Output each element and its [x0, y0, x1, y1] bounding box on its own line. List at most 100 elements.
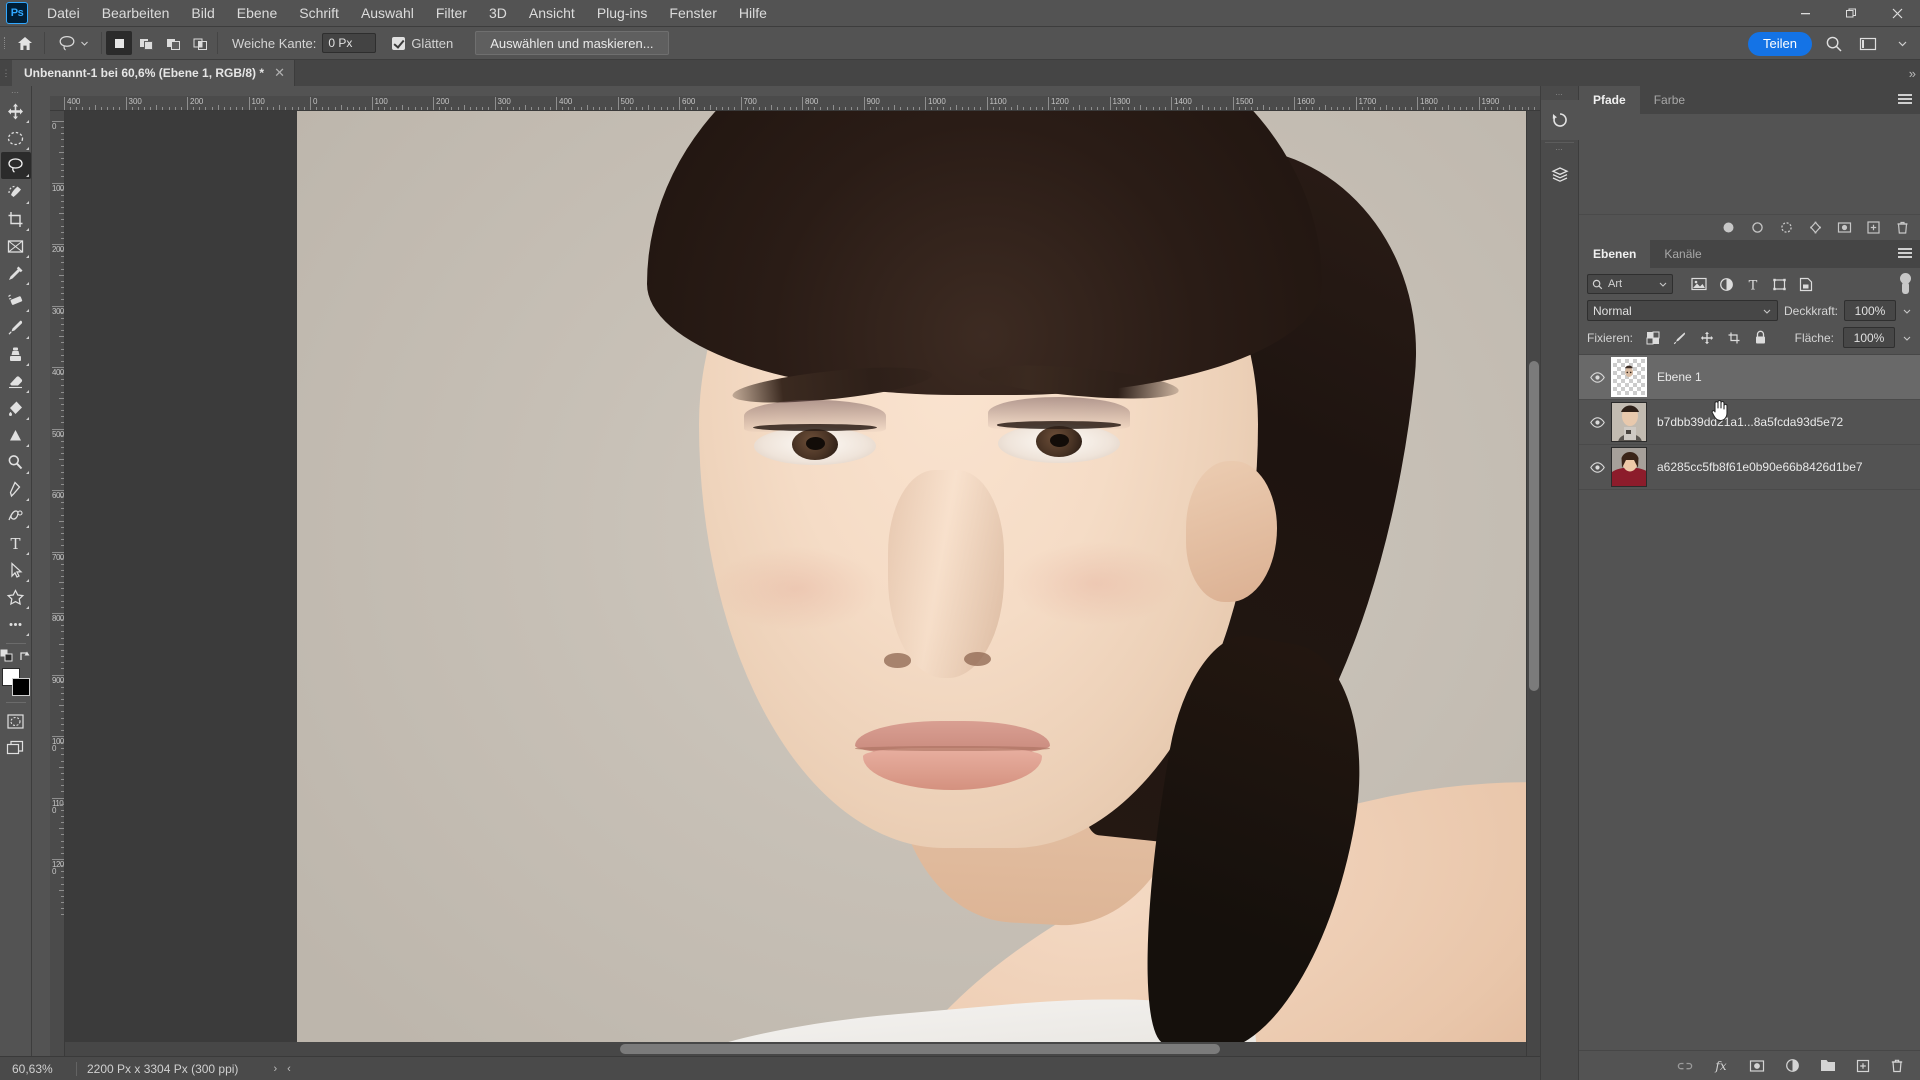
document-tab[interactable]: Unbenannt-1 bei 60,6% (Ebene 1, RGB/8) *… — [12, 60, 295, 86]
share-button[interactable]: Teilen — [1748, 31, 1812, 56]
vertical-ruler[interactable]: 0 100 200 300 400 500 600 700 800 900 1000 1100 1200 — [50, 111, 65, 1056]
canvas-area[interactable] — [65, 111, 1540, 1056]
blur-tool[interactable] — [1, 422, 31, 449]
menu-ansicht[interactable]: Ansicht — [518, 1, 586, 25]
document-size-info[interactable]: 2200 Px x 3304 Px (300 ppi) — [87, 1062, 238, 1076]
quick-mask-icon[interactable] — [1, 708, 31, 735]
lock-all-icon[interactable] — [1754, 330, 1767, 345]
menu-3d[interactable]: 3D — [478, 1, 518, 25]
layer-visibility-eye-icon[interactable] — [1583, 461, 1611, 473]
adjustment-layer-icon[interactable] — [1785, 1058, 1800, 1073]
filter-adjustment-icon[interactable] — [1719, 277, 1734, 292]
close-window-button[interactable] — [1874, 0, 1920, 27]
fill-path-icon[interactable] — [1721, 220, 1736, 235]
default-colors-icon[interactable] — [0, 649, 14, 663]
brush-tool[interactable] — [1, 314, 31, 341]
panel-menu-icon[interactable] — [1898, 94, 1912, 106]
close-icon[interactable]: ✕ — [274, 65, 285, 81]
pen-tool[interactable] — [1, 476, 31, 503]
tab-farbe[interactable]: Farbe — [1640, 86, 1699, 114]
layer-visibility-eye-icon[interactable] — [1583, 416, 1611, 428]
layer-visibility-eye-icon[interactable] — [1583, 371, 1611, 383]
quick-selection-tool[interactable] — [1, 179, 31, 206]
tab-overflow-icon[interactable]: » — [1909, 66, 1916, 81]
intersect-selection-button[interactable] — [187, 31, 213, 55]
document-artboard[interactable] — [297, 111, 1540, 1056]
more-tools-button[interactable] — [1, 611, 31, 638]
make-work-path-icon[interactable] — [1808, 220, 1823, 235]
layer-name[interactable]: a6285cc5fb8f61e0b90e66b8426d1be7 — [1657, 460, 1863, 474]
menu-plugins[interactable]: Plug-ins — [586, 1, 659, 25]
tab-kanaele[interactable]: Kanäle — [1650, 240, 1715, 268]
dodge-tool[interactable] — [1, 449, 31, 476]
vertical-scroll-thumb[interactable] — [1529, 361, 1539, 691]
antialias-checkbox[interactable]: Glätten — [392, 36, 453, 51]
layer-kind-filter[interactable]: Art — [1587, 274, 1673, 294]
add-mask-icon[interactable] — [1837, 220, 1852, 235]
layer-row[interactable]: Ebene 1 — [1579, 355, 1920, 400]
lasso-tool[interactable] — [0, 152, 31, 179]
menu-hilfe[interactable]: Hilfe — [728, 1, 778, 25]
freeform-pen-tool[interactable] — [1, 503, 31, 530]
status-collapse-icon[interactable]: ‹ — [282, 1063, 296, 1075]
menu-schrift[interactable]: Schrift — [288, 1, 350, 25]
rail-grip[interactable]: ⋯ — [1541, 90, 1578, 100]
subtract-from-selection-button[interactable] — [160, 31, 186, 55]
new-path-icon[interactable] — [1866, 220, 1881, 235]
status-expand-icon[interactable]: › — [268, 1063, 282, 1075]
frame-tool[interactable] — [1, 233, 31, 260]
clone-stamp-tool[interactable] — [1, 341, 31, 368]
load-selection-icon[interactable] — [1779, 220, 1794, 235]
new-layer-icon[interactable] — [1856, 1059, 1870, 1073]
eraser-tool[interactable] — [1, 368, 31, 395]
layer-style-fx-icon[interactable]: fx — [1713, 1058, 1729, 1073]
layer-row[interactable]: a6285cc5fb8f61e0b90e66b8426d1be7 — [1579, 445, 1920, 490]
menu-datei[interactable]: Datei — [36, 1, 91, 25]
screen-mode-icon[interactable] — [1, 735, 31, 762]
eyedropper-tool[interactable] — [1, 260, 31, 287]
fill-chevron-down-icon[interactable] — [1902, 333, 1912, 343]
background-color-swatch[interactable] — [11, 678, 30, 696]
menu-bearbeiten[interactable]: Bearbeiten — [91, 1, 181, 25]
type-tool[interactable]: T — [1, 530, 31, 557]
feather-input[interactable]: 0 Px — [322, 33, 377, 53]
rail-grip[interactable]: ⋯ — [1541, 145, 1578, 155]
gradient-tool[interactable] — [1, 395, 31, 422]
tab-pfade[interactable]: Pfade — [1579, 86, 1640, 114]
search-icon[interactable] — [1822, 32, 1846, 56]
crop-tool[interactable] — [1, 206, 31, 233]
tab-ebenen[interactable]: Ebenen — [1579, 240, 1651, 268]
lock-transparency-icon[interactable] — [1646, 331, 1660, 345]
color-swatches[interactable] — [1, 667, 31, 697]
canvas-vertical-scrollbar[interactable] — [1526, 111, 1540, 1056]
workspace-icon[interactable] — [1856, 32, 1880, 56]
horizontal-ruler[interactable]: 400 300 200 100 0 100 200 300 400 500 600 700 800 900… — [50, 96, 1540, 111]
layer-row[interactable]: b7dbb39dd21a1...8a5fcda93d5e72 — [1579, 400, 1920, 445]
filter-type-icon[interactable]: T — [1746, 277, 1760, 292]
delete-layer-icon[interactable] — [1890, 1058, 1904, 1073]
lock-image-icon[interactable] — [1673, 331, 1687, 345]
opacity-value[interactable]: 100% — [1844, 300, 1896, 321]
filter-pixel-icon[interactable] — [1691, 277, 1707, 291]
path-selection-tool[interactable] — [1, 557, 31, 584]
menu-bild[interactable]: Bild — [180, 1, 225, 25]
new-selection-button[interactable] — [106, 31, 132, 55]
stroke-path-icon[interactable] — [1750, 220, 1765, 235]
filter-toggle-icon[interactable] — [1899, 273, 1912, 295]
add-to-selection-button[interactable] — [133, 31, 159, 55]
canvas-horizontal-scrollbar[interactable] — [65, 1042, 1526, 1056]
lock-position-icon[interactable] — [1700, 331, 1714, 345]
history-rail-icon[interactable] — [1541, 100, 1579, 140]
fill-value[interactable]: 100% — [1843, 327, 1895, 348]
panel-menu-icon[interactable] — [1898, 248, 1912, 260]
minimize-button[interactable] — [1782, 0, 1828, 27]
tools-panel-grip[interactable]: ⋯ — [0, 86, 31, 98]
menu-fenster[interactable]: Fenster — [658, 1, 727, 25]
add-mask-icon[interactable] — [1749, 1059, 1765, 1073]
blend-mode-select[interactable]: Normal — [1587, 300, 1778, 321]
active-tool-preset[interactable] — [49, 30, 97, 56]
layer-name[interactable]: Ebene 1 — [1657, 370, 1702, 384]
filter-shape-icon[interactable] — [1772, 277, 1787, 292]
menu-ebene[interactable]: Ebene — [226, 1, 288, 25]
layer-name[interactable]: b7dbb39dd21a1...8a5fcda93d5e72 — [1657, 415, 1843, 429]
